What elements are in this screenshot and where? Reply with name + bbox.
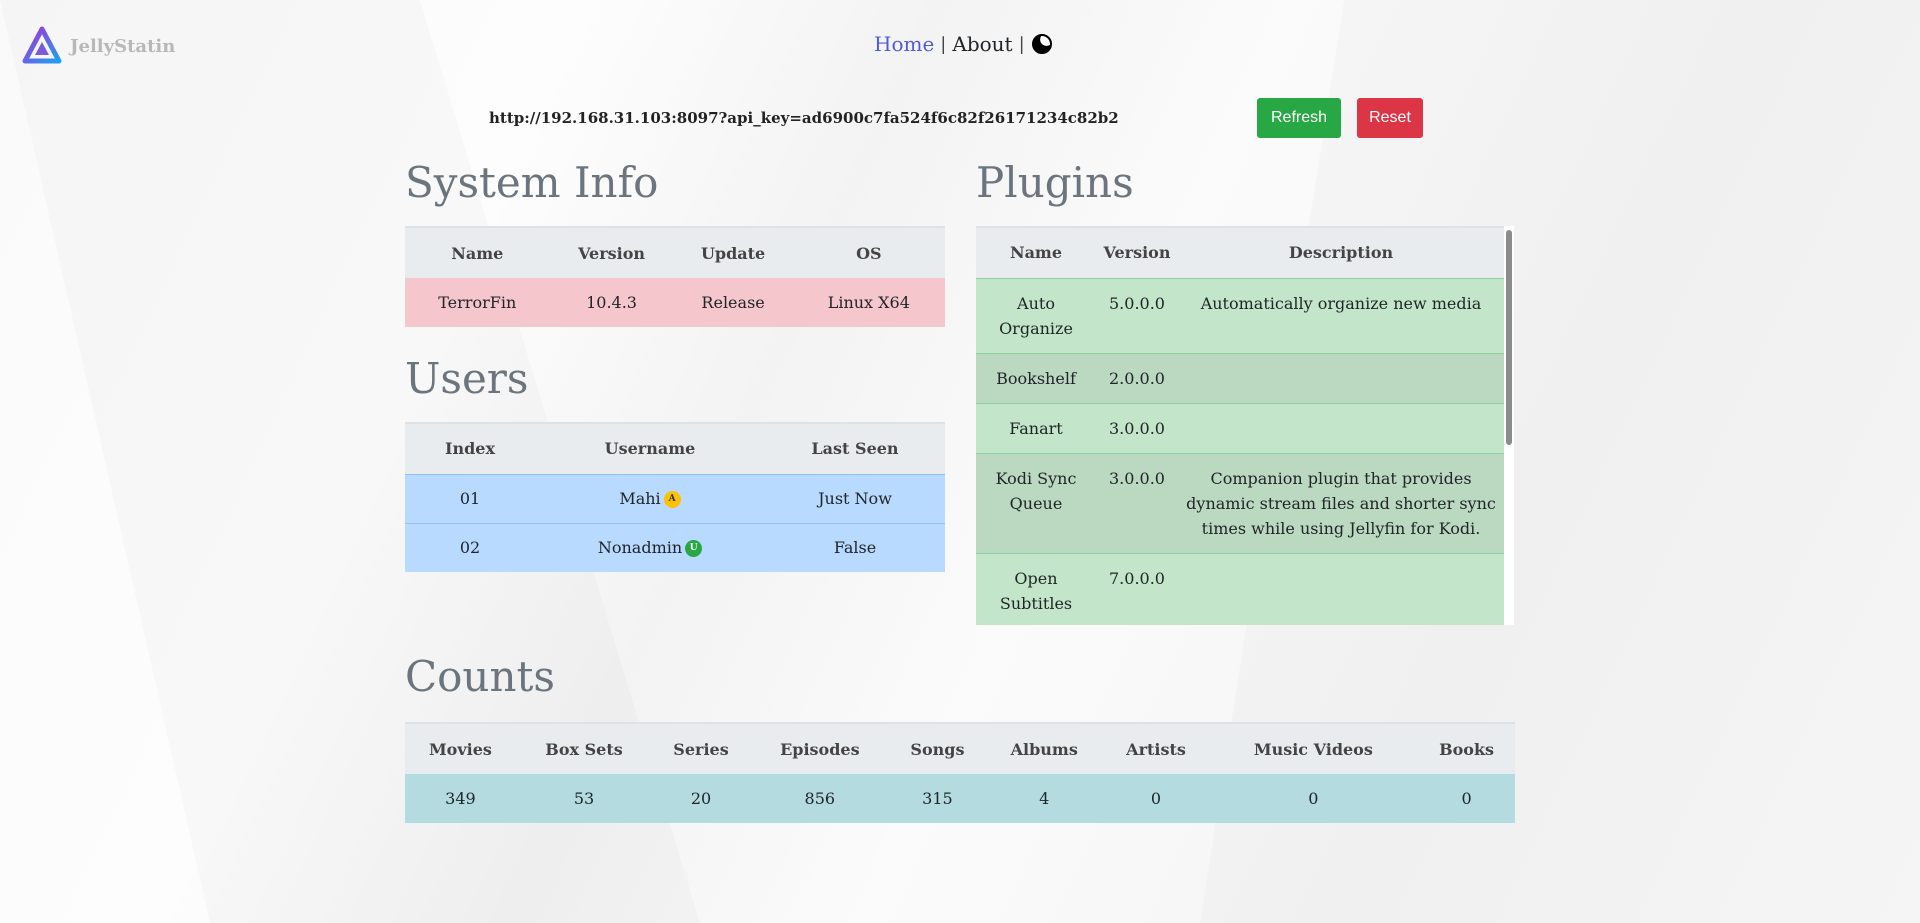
top-nav: Home | About | bbox=[874, 32, 1053, 56]
cell: 7.0.0.0 bbox=[1096, 552, 1178, 625]
count-value: 0 bbox=[1418, 774, 1515, 823]
count-value: 53 bbox=[515, 774, 653, 823]
reset-button[interactable]: Reset bbox=[1357, 98, 1423, 138]
col-header: Description bbox=[1178, 226, 1504, 278]
counts-title: Counts bbox=[405, 652, 555, 701]
cell: 3.0.0.0 bbox=[1096, 402, 1178, 453]
cell: TerrorFin bbox=[405, 278, 550, 327]
nav-about-link[interactable]: About bbox=[952, 32, 1012, 56]
col-header: Name bbox=[405, 226, 550, 278]
cell: Fanart bbox=[976, 402, 1096, 453]
jellystatin-logo-icon bbox=[22, 26, 62, 64]
plugins-scroll-container[interactable]: Name Version Description Auto Organize 5.0.… bbox=[976, 226, 1514, 625]
app-logo[interactable]: JellyStatin bbox=[22, 26, 175, 66]
nav-home-link[interactable]: Home bbox=[874, 32, 934, 56]
cell: 10.4.3 bbox=[549, 278, 674, 327]
server-url: http://192.168.31.103:8097?api_key=ad690… bbox=[489, 109, 1119, 127]
table-row: Fanart 3.0.0.0 bbox=[976, 402, 1504, 453]
col-header: Username bbox=[535, 422, 765, 474]
col-header: Books bbox=[1418, 722, 1515, 774]
col-header: Last Seen bbox=[765, 422, 945, 474]
col-header: Songs bbox=[889, 722, 986, 774]
table-row[interactable]: 02 Nonadmin U False bbox=[405, 522, 945, 572]
cell: Linux X64 bbox=[792, 278, 945, 327]
col-header: Update bbox=[673, 226, 793, 278]
username: Mahi bbox=[619, 489, 661, 508]
col-header: Index bbox=[405, 422, 535, 474]
users-title: Users bbox=[405, 354, 529, 403]
nav-separator: | bbox=[1018, 33, 1025, 55]
user-badge: U bbox=[685, 540, 703, 558]
cell: Just Now bbox=[765, 473, 945, 523]
count-value: 4 bbox=[985, 774, 1104, 823]
count-value: 315 bbox=[889, 774, 986, 823]
count-value: 20 bbox=[652, 774, 750, 823]
table-row: Open Subtitles 7.0.0.0 bbox=[976, 552, 1504, 625]
col-header: OS bbox=[792, 226, 945, 278]
username-cell: Nonadmin U bbox=[535, 522, 765, 572]
col-header: Version bbox=[1096, 226, 1178, 278]
cell bbox=[1178, 552, 1504, 625]
col-header: Albums bbox=[985, 722, 1104, 774]
cell: Bookshelf bbox=[976, 352, 1096, 403]
col-header: Version bbox=[549, 226, 674, 278]
table-row: Bookshelf 2.0.0.0 bbox=[976, 352, 1504, 403]
plugins-table: Name Version Description Auto Organize 5.0.… bbox=[976, 226, 1504, 625]
cell bbox=[1178, 352, 1504, 403]
table-row: Auto Organize 5.0.0.0 Automatically organi… bbox=[976, 277, 1504, 353]
cell: Release bbox=[673, 278, 793, 327]
system-info-table: Name Version Update OS TerrorFin 10.4.3 Relea… bbox=[405, 226, 945, 327]
count-value: 0 bbox=[1208, 774, 1419, 823]
cell: Automatically organize new media bbox=[1178, 277, 1504, 353]
plugins-title: Plugins bbox=[976, 158, 1134, 207]
cell: 5.0.0.0 bbox=[1096, 277, 1178, 353]
half-moon-icon[interactable] bbox=[1031, 33, 1053, 55]
count-value: 0 bbox=[1103, 774, 1209, 823]
system-info-title: System Info bbox=[405, 158, 659, 207]
count-value: 856 bbox=[749, 774, 890, 823]
cell: 01 bbox=[405, 473, 535, 523]
cell: 2.0.0.0 bbox=[1096, 352, 1178, 403]
plugins-scrollbar[interactable] bbox=[1506, 230, 1512, 445]
col-header: Series bbox=[652, 722, 750, 774]
col-header: Music Videos bbox=[1208, 722, 1419, 774]
cell: Open Subtitles bbox=[976, 552, 1096, 625]
cell: 02 bbox=[405, 522, 535, 572]
table-row: TerrorFin 10.4.3 Release Linux X64 bbox=[405, 278, 945, 327]
app-name: JellyStatin bbox=[70, 35, 176, 57]
col-header: Artists bbox=[1103, 722, 1209, 774]
col-header: Movies bbox=[405, 722, 516, 774]
cell: Auto Organize bbox=[976, 277, 1096, 353]
cell: Companion plugin that provides dynamic s… bbox=[1178, 452, 1504, 553]
col-header: Name bbox=[976, 226, 1096, 278]
cell: 3.0.0.0 bbox=[1096, 452, 1178, 553]
username-cell: Mahi A bbox=[535, 473, 765, 523]
cell: Kodi Sync Queue bbox=[976, 452, 1096, 553]
nav-separator: | bbox=[940, 33, 947, 55]
table-row[interactable]: 01 Mahi A Just Now bbox=[405, 473, 945, 523]
username: Nonadmin bbox=[597, 538, 683, 558]
count-value: 349 bbox=[405, 774, 516, 823]
col-header: Episodes bbox=[749, 722, 890, 774]
cell: False bbox=[765, 522, 945, 572]
users-table: Index Username Last Seen 01 Mahi A Just Now 0… bbox=[405, 422, 945, 572]
table-row: Kodi Sync Queue 3.0.0.0 Companion plugin t… bbox=[976, 452, 1504, 553]
col-header: Box Sets bbox=[515, 722, 653, 774]
counts-table: Movies Box Sets Series Episodes Songs Albums A… bbox=[405, 722, 1515, 823]
refresh-button[interactable]: Refresh bbox=[1257, 98, 1341, 138]
table-row: 349 53 20 856 315 4 0 0 0 bbox=[405, 774, 1515, 823]
cell bbox=[1178, 402, 1504, 453]
admin-badge: A bbox=[663, 491, 681, 508]
